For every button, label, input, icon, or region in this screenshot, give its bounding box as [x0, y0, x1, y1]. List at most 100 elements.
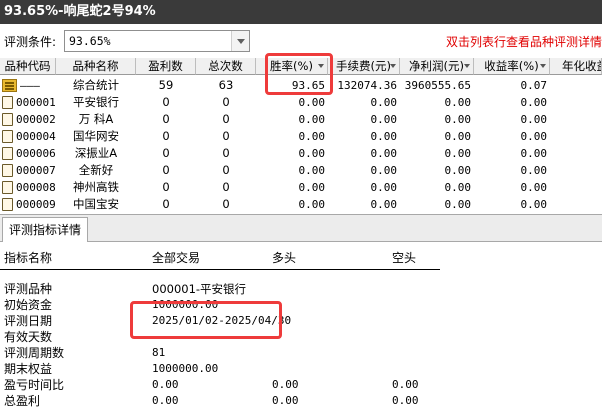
tab-eval-details[interactable]: 评测指标详情 [2, 217, 89, 243]
cell-code: 000008 [0, 179, 56, 196]
col-header-fee[interactable]: 手续费(元) [328, 58, 400, 75]
cell-wins: 0 [162, 146, 170, 160]
cell-code-text: 000009 [16, 198, 56, 211]
detail-short: 0.00 [392, 378, 419, 391]
cell-return: 0.00 [520, 181, 548, 194]
cell-name: 平安银行 [73, 95, 119, 109]
cell-code: 000004 [0, 128, 56, 145]
cell-fee: 0.00 [370, 198, 398, 211]
cell-total: 0 [222, 95, 230, 109]
cell-wins: 59 [158, 78, 174, 92]
detail-tab-bar: 评测指标详情 [0, 214, 602, 243]
cell-return: 0.00 [520, 113, 548, 126]
cell-total: 0 [222, 180, 230, 194]
detail-all: 1000000.00 [152, 362, 219, 375]
cell-profit: 0.00 [444, 164, 472, 177]
detail-all: 000001-平安银行 [152, 282, 247, 296]
chevron-down-icon[interactable] [231, 31, 249, 51]
cell-winrate: 93.65 [291, 79, 325, 92]
cell-return: 0.00 [520, 147, 548, 160]
cell-code-text: 000008 [16, 181, 56, 194]
cell-fee: 0.00 [370, 181, 398, 194]
cell-fee: 0.00 [370, 96, 398, 109]
detail-label: 有效天数 [4, 330, 53, 344]
cell-return: 0.07 [520, 79, 548, 92]
cell-total: 0 [222, 163, 230, 177]
cell-fee: 132074.36 [337, 79, 397, 92]
detail-all: 1000000.00 [152, 298, 219, 311]
cell-code-text: 000007 [16, 164, 56, 177]
cell-wins: 0 [162, 180, 170, 194]
cell-fee: 0.00 [370, 164, 398, 177]
detail-label: 期末权益 [4, 362, 53, 376]
cell-winrate: 0.00 [298, 130, 326, 143]
detail-short: 0.00 [392, 394, 419, 407]
detail-label: 评测日期 [4, 314, 53, 328]
cell-code-text: 000006 [16, 147, 56, 160]
col-header-total[interactable]: 总次数 [196, 58, 256, 75]
detail-header-all: 全部交易 [152, 251, 201, 265]
cell-profit: 0.00 [444, 130, 472, 143]
cell-return: 0.00 [520, 164, 548, 177]
cell-code: ——— [0, 77, 56, 94]
cell-name: 全新好 [78, 163, 114, 177]
cell-fee: 0.00 [370, 130, 398, 143]
detail-header-divider [0, 269, 440, 270]
cell-code: 000007 [0, 162, 56, 179]
cell-winrate: 0.00 [298, 147, 326, 160]
col-header-return[interactable]: 收益率(%) [474, 58, 550, 75]
document-icon [2, 147, 13, 160]
col-header-name[interactable]: 品种名称 [56, 58, 136, 75]
document-icon [2, 113, 13, 126]
detail-panel: 指标名称 全部交易 多头 空头 评测品种 000001-平安银行 初始资金 10000… [0, 242, 602, 409]
document-icon [2, 130, 13, 143]
detail-header-indicator: 指标名称 [4, 251, 53, 265]
detail-all: 0.00 [152, 378, 179, 391]
cell-fee: 0.00 [370, 147, 398, 160]
cell-name: 深振业A [74, 146, 118, 160]
cell-profit: 0.00 [444, 96, 472, 109]
cell-code-text: 000004 [16, 130, 56, 143]
col-header-code[interactable]: 品种代码 [0, 58, 56, 75]
cell-return: 0.00 [520, 198, 548, 211]
document-icon [2, 181, 13, 194]
cell-code-text: ——— [20, 79, 40, 92]
cell-winrate: 0.00 [298, 113, 326, 126]
detail-label: 评测周期数 [4, 346, 65, 360]
detail-header-long: 多头 [272, 251, 297, 265]
cell-wins: 0 [162, 129, 170, 143]
col-header-annual-return[interactable]: 年化收益率(%) [550, 58, 602, 75]
cell-return: 0.00 [520, 130, 548, 143]
detail-all: 2025/01/02-2025/04/30 [152, 314, 292, 327]
detail-all: 81 [152, 346, 166, 359]
cell-winrate: 0.00 [298, 164, 326, 177]
cell-winrate: 0.00 [298, 198, 326, 211]
condition-value: 93.65% [69, 34, 111, 48]
cell-total: 63 [218, 78, 234, 92]
cell-wins: 0 [162, 197, 170, 211]
condition-select[interactable]: 93.65% [64, 30, 250, 52]
cell-code-text: 000002 [16, 113, 56, 126]
cell-code-text: 000001 [16, 96, 56, 109]
detail-label: 初始资金 [4, 298, 53, 312]
document-icon [2, 198, 13, 211]
cell-code: 000009 [0, 196, 56, 213]
detail-label: 总盈利 [4, 394, 41, 408]
col-header-wins[interactable]: 盈利数 [136, 58, 196, 75]
hint-text: 双击列表行查看品种评测详情 [445, 35, 602, 49]
cell-profit: 0.00 [444, 147, 472, 160]
col-header-winrate[interactable]: 胜率(%) [256, 58, 328, 75]
window-title: 93.65%-响尾蛇2号94% [0, 0, 602, 24]
cell-name: 国华网安 [73, 129, 119, 143]
cell-code: 000001 [0, 94, 56, 111]
cell-profit: 0.00 [444, 113, 472, 126]
cell-name: 万 科A [78, 112, 114, 126]
cell-profit: 0.00 [444, 198, 472, 211]
document-icon [2, 96, 13, 109]
cell-total: 0 [222, 129, 230, 143]
cell-wins: 0 [162, 95, 170, 109]
col-header-profit[interactable]: 净利润(元) [400, 58, 474, 75]
detail-label: 盈亏时间比 [4, 378, 65, 392]
condition-bar: 评测条件: 93.65% 双击列表行查看品种评测详情 [0, 24, 602, 58]
cell-name: 综合统计 [73, 78, 119, 92]
